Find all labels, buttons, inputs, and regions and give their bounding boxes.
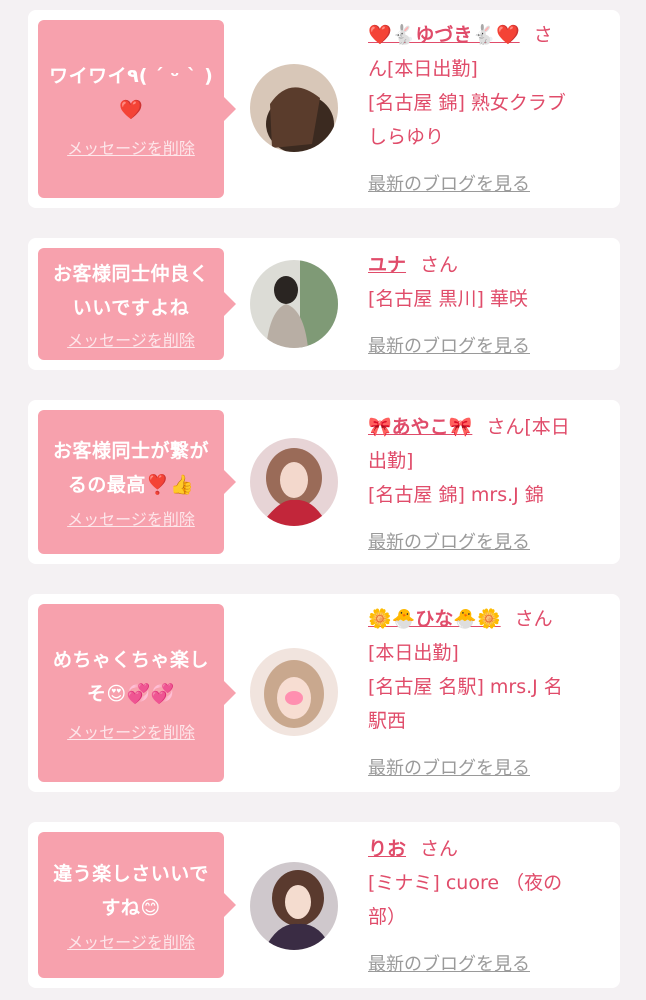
latest-blog-link[interactable]: 最新のブログを見る [368,170,530,196]
message-card: ワイワイ٩( ´ ᵕ ` ) ❤️ メッセージを削除 ❤️🐇ゆづき🐇❤️ さ ん[… [28,10,620,208]
cast-info: 🌼🐣ひな🐣🌼 さん [本日出勤] [名古屋 名駅] mrs.J 名 駅西 [368,602,610,738]
cast-info: ❤️🐇ゆづき🐇❤️ さ ん[本日出勤] [名古屋 錦] 熟女クラブ しらゆり [368,18,610,154]
shop-line: 部） [368,906,407,928]
message-text: お客様同士が繋が るの最高❣️👍 [52,440,209,496]
shop-line: しらゆり [368,126,445,148]
shop-line: [ミナミ] cuore （夜の [368,872,563,894]
honorific: さん [420,254,459,276]
avatar[interactable] [250,862,338,950]
shop-line: [名古屋 黒川] 華咲 [368,288,528,310]
honorific: さん [420,838,459,860]
honorific: さん [514,608,553,630]
delete-message-link[interactable]: メッセージを削除 [67,135,195,159]
message-card: めちゃくちゃ楽し そ😍💞💞 メッセージを削除 🌼🐣ひな🐣🌼 さん [本日出勤] [… [28,594,620,792]
message-text: お客様同士仲良く いいですよね [52,263,209,319]
status-line: 出勤] [368,450,414,472]
latest-blog-link[interactable]: 最新のブログを見る [368,332,530,358]
cast-name-link[interactable]: 🌼🐣ひな🐣🌼 [368,608,501,630]
shop-line: [名古屋 錦] 熟女クラブ [368,92,566,114]
latest-blog-link[interactable]: 最新のブログを見る [368,528,530,554]
cast-name-link[interactable]: りお [368,838,406,860]
avatar[interactable] [250,438,338,526]
shop-line: 駅西 [368,710,407,732]
cast-name-link[interactable]: ユナ [368,254,406,276]
message-text: めちゃくちゃ楽し そ😍💞💞 [52,649,209,705]
delete-message-link[interactable]: メッセージを削除 [67,719,195,743]
cast-info: りお さん [ミナミ] cuore （夜の 部） [368,832,610,934]
message-bubble: めちゃくちゃ楽し そ😍💞💞 メッセージを削除 [38,604,236,782]
shop-line: [名古屋 名駅] mrs.J 名 [368,676,563,698]
message-card: お客様同士が繋が るの最高❣️👍 メッセージを削除 🎀あやこ🎀 さん[本日 出勤]… [28,400,620,564]
avatar[interactable] [250,64,338,152]
latest-blog-link[interactable]: 最新のブログを見る [368,754,530,780]
shop-line: [名古屋 錦] mrs.J 錦 [368,484,544,506]
latest-blog-link[interactable]: 最新のブログを見る [368,950,530,976]
message-bubble: ワイワイ٩( ´ ᵕ ` ) ❤️ メッセージを削除 [38,20,236,198]
delete-message-link[interactable]: メッセージを削除 [67,327,195,351]
cast-info: 🎀あやこ🎀 さん[本日 出勤] [名古屋 錦] mrs.J 錦 [368,410,610,512]
honorific: さ [533,24,553,46]
message-card: お客様同士仲良く いいですよね メッセージを削除 ユナ さん [名古屋 黒川] 華… [28,238,620,370]
message-card: 違う楽しさいいで すね😊 メッセージを削除 りお さん [ミナミ] cuore （… [28,822,620,988]
message-bubble: 違う楽しさいいで すね😊 メッセージを削除 [38,832,236,978]
cast-name-link[interactable]: 🎀あやこ🎀 [368,416,472,438]
cast-name-link[interactable]: ❤️🐇ゆづき🐇❤️ [368,24,520,46]
cast-info: ユナ さん [名古屋 黒川] 華咲 [368,248,610,316]
status-line: [本日出勤] [368,642,459,664]
message-text: 違う楽しさいいで すね😊 [53,863,209,919]
delete-message-link[interactable]: メッセージを削除 [67,929,195,953]
message-bubble: お客様同士が繋が るの最高❣️👍 メッセージを削除 [38,410,236,554]
message-text: ワイワイ٩( ´ ᵕ ` ) ❤️ [49,65,213,121]
delete-message-link[interactable]: メッセージを削除 [67,506,195,530]
honorific: さん[本日 [486,416,570,438]
message-bubble: お客様同士仲良く いいですよね メッセージを削除 [38,248,236,360]
status-line: ん[本日出勤] [368,58,478,80]
avatar[interactable] [250,260,338,348]
avatar[interactable] [250,648,338,736]
